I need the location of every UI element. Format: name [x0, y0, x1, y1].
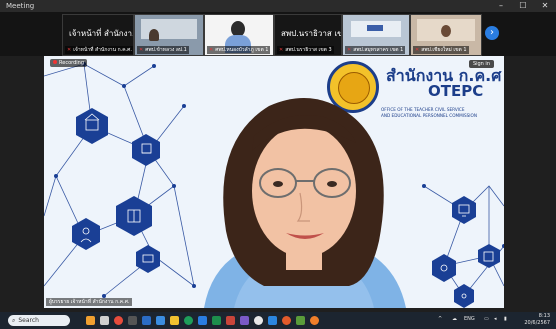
- cloud-icon[interactable]: ☁: [452, 316, 457, 322]
- main-video: Recording Sign in สำนักงาน ก.ค.ศ OTEPC O…: [44, 56, 504, 308]
- participant-tile[interactable]: ✕ ศพป.หนองบัวลำภู เขต 1: [204, 14, 274, 56]
- record-dot-icon: [53, 60, 57, 64]
- maximize-button[interactable]: ☐: [512, 0, 534, 12]
- powerpoint-icon[interactable]: [226, 316, 235, 325]
- participant-label: ✕ สพป.สมุทรสาคร เขต 1: [345, 46, 406, 54]
- widgets-icon[interactable]: [86, 316, 95, 325]
- participant-tile[interactable]: สพป.นราธิวาส เข... ✕สพป.นราธิวาส เขต 3: [274, 14, 342, 56]
- network-icon[interactable]: ▭: [484, 316, 489, 322]
- mic-muted-icon: ✕: [415, 47, 420, 53]
- app-icon[interactable]: [310, 316, 319, 325]
- browser-icon[interactable]: [114, 316, 123, 325]
- person-figure: [441, 25, 451, 37]
- app-icon[interactable]: [128, 316, 137, 325]
- mic-muted-icon: ✕: [139, 47, 144, 53]
- language-indicator[interactable]: ENG: [464, 316, 475, 322]
- screen-object: [367, 25, 383, 31]
- volume-icon[interactable]: ◂: [494, 316, 497, 322]
- edge-browser-icon[interactable]: [184, 316, 193, 325]
- search-icon: ⌕: [12, 317, 16, 324]
- participant-tile[interactable]: ✕ ศพป.ข้าหลวง ลป.1: [134, 14, 204, 56]
- organization-name-english: OTEPC: [428, 82, 484, 100]
- participant-label: ✕ เจ้าหน้าที่ สำนักงาน ก.ค.ศ.: [65, 46, 133, 54]
- person-figure: [149, 29, 159, 41]
- participant-label: ✕ สพป.เชียงใหม่ เขต 1: [413, 46, 469, 54]
- participant-strip: เจ้าหน้าที่ สำนักงา... ✕ เจ้าหน้าที่ สำนั…: [0, 12, 556, 56]
- mail-icon[interactable]: [142, 316, 151, 325]
- participant-label: ✕ สพป.นราธิวาส เขต 3: [277, 46, 334, 54]
- teams-icon[interactable]: [240, 316, 249, 325]
- taskbar-search[interactable]: ⌕ Search: [8, 315, 70, 326]
- speaker-video: [204, 98, 406, 308]
- window-titlebar: Meeting – ☐ ✕: [0, 0, 556, 12]
- window-title: Meeting: [6, 2, 35, 10]
- windows-taskbar: ⌕ Search ^ ☁ ENG ▭ ◂ ▮ 8:13 20/6/2567: [0, 312, 556, 329]
- participant-label: ✕ ศพป.ข้าหลวง ลป.1: [137, 46, 189, 54]
- next-participants-arrow-icon[interactable]: ›: [485, 26, 499, 40]
- participant-label: ✕ ศพป.หนองบัวลำภู เขต 1: [207, 46, 271, 54]
- mic-muted-icon: ✕: [67, 47, 72, 53]
- speaker-name-label: ผู้บรรยาย เจ้าหน้าที่ สำนักงาน ก.ค.ศ.: [46, 298, 133, 306]
- system-clock[interactable]: 8:13 20/6/2567: [524, 313, 550, 327]
- participant-name: เจ้าหน้าที่ สำนักงา...: [69, 29, 134, 38]
- participant-tile[interactable]: ✕ สพป.สมุทรสาคร เขต 1: [342, 14, 410, 56]
- participant-tile[interactable]: เจ้าหน้าที่ สำนักงา... ✕ เจ้าหน้าที่ สำนั…: [62, 14, 134, 56]
- mic-muted-icon: ✕: [347, 47, 352, 53]
- app-icon[interactable]: [296, 316, 305, 325]
- clock-date: 20/6/2567: [524, 320, 550, 326]
- zoom-icon[interactable]: [268, 316, 277, 325]
- file-explorer-icon[interactable]: [170, 316, 179, 325]
- participant-tile[interactable]: ✕ สพป.เชียงใหม่ เขต 1: [410, 14, 482, 56]
- mic-muted-icon: ✕: [209, 47, 214, 53]
- clock-time: 8:13: [538, 313, 550, 319]
- task-view-icon[interactable]: [100, 316, 109, 325]
- app-icon[interactable]: [282, 316, 291, 325]
- minimize-button[interactable]: –: [490, 0, 512, 12]
- tray-overflow-chevron-icon[interactable]: ^: [438, 316, 442, 322]
- store-icon[interactable]: [156, 316, 165, 325]
- mic-muted-icon: ✕: [279, 47, 284, 53]
- recording-indicator: Recording: [50, 59, 88, 67]
- chrome-icon[interactable]: [254, 316, 263, 325]
- participant-name: สพป.นราธิวาส เข...: [281, 29, 342, 38]
- battery-icon[interactable]: ▮: [504, 316, 507, 322]
- excel-icon[interactable]: [212, 316, 221, 325]
- close-button[interactable]: ✕: [534, 0, 556, 12]
- word-icon[interactable]: [198, 316, 207, 325]
